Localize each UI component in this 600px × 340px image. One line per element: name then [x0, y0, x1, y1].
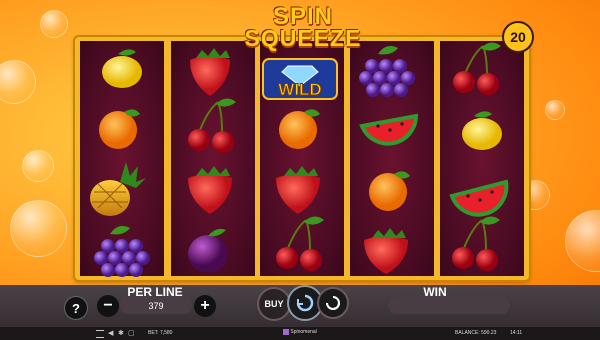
symbol-watermelon — [449, 179, 509, 217]
menu-icon[interactable] — [96, 330, 104, 338]
wild-label: WILD — [278, 80, 321, 99]
game-logo: SPIN SQUEEZE — [208, 3, 398, 55]
provider-logo: Spinomenal — [283, 329, 317, 335]
fullscreen-icon[interactable]: ▢ — [128, 329, 135, 337]
symbol-lemon — [462, 111, 502, 150]
win-value — [388, 297, 510, 314]
symbol-orange — [369, 171, 410, 211]
symbol-orange — [279, 109, 320, 149]
buy-label: BUY — [264, 299, 284, 309]
symbol-lemon — [102, 49, 142, 88]
sound-icon[interactable]: ◀ — [108, 329, 113, 337]
minus-icon: − — [103, 297, 113, 314]
buy-button[interactable]: BUY — [257, 287, 291, 321]
symbol-pineapple — [90, 162, 146, 216]
symbol-strawberry — [188, 166, 232, 214]
symbol-strawberry — [190, 48, 230, 96]
symbol-strawberry — [276, 166, 320, 214]
help-label: ? — [72, 300, 80, 316]
symbol-plum — [188, 228, 228, 273]
symbol-watermelon — [359, 113, 419, 146]
symbol-grapes — [94, 226, 150, 277]
clock-text: 14:11 — [510, 330, 523, 336]
autoplay-button[interactable] — [317, 287, 349, 319]
bet-text: BET: 7,580 — [148, 330, 173, 336]
symbol-cherries — [453, 42, 501, 95]
spin-icon — [296, 294, 314, 312]
settings-icon[interactable]: ✱ — [118, 329, 124, 337]
autoplay-icon — [326, 296, 340, 310]
paylines-badge: 20 — [502, 21, 534, 53]
symbol-cherries — [276, 216, 324, 271]
balance-text: BALANCE: 590.23 — [455, 330, 497, 336]
symbol-cherries — [452, 216, 500, 271]
symbol-orange — [99, 109, 140, 149]
symbol-wild: WILD — [262, 58, 338, 100]
per-line-value: 379 — [120, 297, 192, 314]
help-button[interactable]: ? — [64, 296, 88, 320]
plus-icon: + — [200, 297, 210, 314]
logo-line2: SQUEEZE — [244, 25, 362, 51]
provider-name: Spinomenal — [290, 329, 317, 335]
status-bar: ◀ ✱ ▢ BET: 7,580 Spinomenal BALANCE: 590… — [0, 327, 600, 340]
decrease-bet-button[interactable]: − — [97, 295, 119, 317]
increase-bet-button[interactable]: + — [194, 295, 216, 317]
symbol-strawberry — [364, 228, 408, 274]
symbol-cherries — [188, 98, 236, 153]
